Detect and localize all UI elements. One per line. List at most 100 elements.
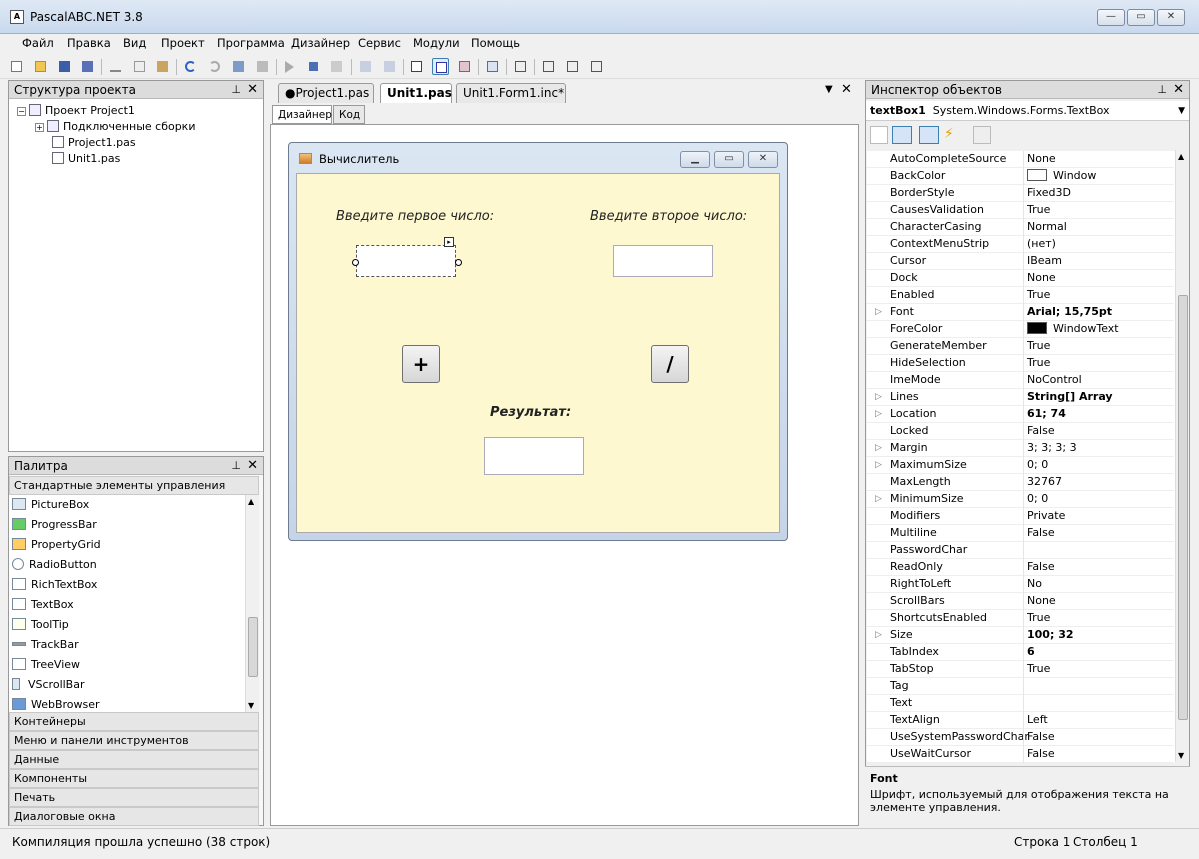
tree-item-project1-pas[interactable]: Project1.pas <box>52 135 136 151</box>
palette-category-standard[interactable]: Стандартные элементы управления <box>9 476 259 495</box>
palette-category-menus[interactable]: Меню и панели инструментов <box>9 731 259 750</box>
menu-modules[interactable]: Модули <box>413 36 460 50</box>
designer-text-icon[interactable] <box>432 58 449 75</box>
property-pages-icon[interactable] <box>973 126 991 144</box>
property-row[interactable]: ▷ Lines String[] Array <box>867 389 1174 406</box>
form-close-button[interactable]: ✕ <box>748 151 778 168</box>
property-row[interactable]: ▷ Size 100; 32 <box>867 627 1174 644</box>
property-value[interactable]: 3; 3; 3; 3 <box>1027 440 1077 456</box>
tab-list-dropdown-icon[interactable]: ▼ <box>825 84 833 95</box>
menu-edit[interactable]: Правка <box>67 36 111 50</box>
property-value[interactable]: Normal <box>1027 219 1067 235</box>
property-row[interactable]: UseSystemPasswordChar False <box>867 729 1174 746</box>
expand-icon[interactable]: + <box>35 123 44 132</box>
object-selector[interactable]: textBox1 System.Windows.Forms.TextBox ▼ <box>866 101 1189 121</box>
scroll-thumb[interactable] <box>1178 295 1188 720</box>
menu-designer[interactable]: Дизайнер <box>291 36 350 50</box>
property-value[interactable]: False <box>1027 559 1055 575</box>
property-row[interactable]: Dock None <box>867 270 1174 287</box>
navigate-forward-icon[interactable] <box>254 58 271 75</box>
paste-icon[interactable] <box>154 58 171 75</box>
palette-item-treeview[interactable]: TreeView <box>9 655 245 675</box>
property-row[interactable]: ▷ Font Arial; 15,75pt <box>867 304 1174 321</box>
property-value[interactable]: None <box>1027 593 1056 609</box>
format-code-icon[interactable] <box>512 58 529 75</box>
palette-category-data[interactable]: Данные <box>9 750 259 769</box>
divide-button[interactable]: / <box>651 345 689 383</box>
tree-item-unit1-pas[interactable]: Unit1.pas <box>52 151 120 167</box>
chevron-down-icon[interactable]: ▼ <box>1178 101 1185 121</box>
property-row[interactable]: Cursor IBeam <box>867 253 1174 270</box>
property-value[interactable]: Fixed3D <box>1027 185 1071 201</box>
palette-item-textbox[interactable]: TextBox <box>9 595 245 615</box>
tab-code[interactable]: Код <box>333 105 365 124</box>
step-into-icon[interactable] <box>357 58 374 75</box>
property-value[interactable]: True <box>1027 338 1050 354</box>
property-value[interactable]: True <box>1027 661 1050 677</box>
menu-project[interactable]: Проект <box>161 36 205 50</box>
scroll-up-icon[interactable]: ▲ <box>1178 152 1184 161</box>
palette-item-tooltip[interactable]: ToolTip <box>9 615 245 635</box>
property-value[interactable]: True <box>1027 610 1050 626</box>
property-row[interactable]: ForeColor WindowText <box>867 321 1174 338</box>
close-icon[interactable]: ✕ <box>247 81 258 99</box>
property-row[interactable]: ShortcutsEnabled True <box>867 610 1174 627</box>
property-row[interactable]: ScrollBars None <box>867 593 1174 610</box>
property-value[interactable]: Left <box>1027 712 1048 728</box>
property-row[interactable]: PasswordChar <box>867 542 1174 559</box>
property-row[interactable]: ImeMode NoControl <box>867 372 1174 389</box>
form-minimize-button[interactable]: ▁ <box>680 151 710 168</box>
smart-tag-icon[interactable]: ▸ <box>444 237 454 247</box>
compile-icon[interactable] <box>328 58 345 75</box>
expand-icon[interactable]: ▷ <box>875 627 882 643</box>
resize-handle-right[interactable] <box>455 259 462 266</box>
menu-view[interactable]: Вид <box>123 36 146 50</box>
plus-button[interactable]: + <box>402 345 440 383</box>
alphabetical-icon[interactable] <box>892 126 912 144</box>
debug-run-icon[interactable] <box>588 58 605 75</box>
run-icon[interactable] <box>282 58 299 75</box>
undo-icon[interactable] <box>182 58 199 75</box>
menu-program[interactable]: Программа <box>217 36 285 50</box>
property-value[interactable]: 32767 <box>1027 474 1062 490</box>
menu-help[interactable]: Помощь <box>471 36 520 50</box>
tab-project1-pas[interactable]: ●Project1.pas <box>278 83 374 103</box>
palette-category-dialogs[interactable]: Диалоговые окна <box>9 807 259 826</box>
property-value[interactable]: False <box>1027 729 1055 745</box>
expand-icon[interactable]: ▷ <box>875 304 882 320</box>
menu-file[interactable]: Файл <box>22 36 54 50</box>
property-value[interactable]: False <box>1027 423 1055 439</box>
save-all-icon[interactable] <box>79 58 96 75</box>
property-value[interactable]: False <box>1027 525 1055 541</box>
close-button[interactable]: ✕ <box>1157 9 1185 26</box>
property-row[interactable]: ▷ MinimumSize 0; 0 <box>867 491 1174 508</box>
label-first-number[interactable]: Введите первое число: <box>336 209 494 224</box>
scroll-up-icon[interactable]: ▲ <box>248 497 254 506</box>
property-value[interactable]: 0; 0 <box>1027 457 1048 473</box>
palette-item-propertygrid[interactable]: PropertyGrid <box>9 535 245 555</box>
properties-icon[interactable] <box>919 126 939 144</box>
expand-icon[interactable]: ▷ <box>875 389 882 405</box>
expand-icon[interactable]: ▷ <box>875 440 882 456</box>
tab-designer[interactable]: Дизайнер <box>272 105 332 124</box>
property-value[interactable]: Private <box>1027 508 1065 524</box>
palette-category-print[interactable]: Печать <box>9 788 259 807</box>
expand-icon[interactable]: ▷ <box>875 491 882 507</box>
menu-service[interactable]: Сервис <box>358 36 401 50</box>
console-icon[interactable] <box>408 58 425 75</box>
form-icon[interactable] <box>484 58 501 75</box>
palette-item-progressbar[interactable]: ProgressBar <box>9 515 245 535</box>
debug-icon[interactable] <box>540 58 557 75</box>
tree-item-project[interactable]: − Проект Project1 <box>17 103 135 119</box>
property-row[interactable]: HideSelection True <box>867 355 1174 372</box>
palette-item-radiobutton[interactable]: RadioButton <box>9 555 245 575</box>
resize-handle-left[interactable] <box>352 259 359 266</box>
palette-item-picturebox[interactable]: PictureBox <box>9 495 245 515</box>
property-row[interactable]: RightToLeft No <box>867 576 1174 593</box>
new-file-icon[interactable] <box>8 58 25 75</box>
step-over-icon[interactable] <box>381 58 398 75</box>
result-textbox[interactable] <box>484 437 584 475</box>
events-icon[interactable]: ⚡ <box>944 126 958 144</box>
property-row[interactable]: Multiline False <box>867 525 1174 542</box>
form-maximize-button[interactable]: ▭ <box>714 151 744 168</box>
